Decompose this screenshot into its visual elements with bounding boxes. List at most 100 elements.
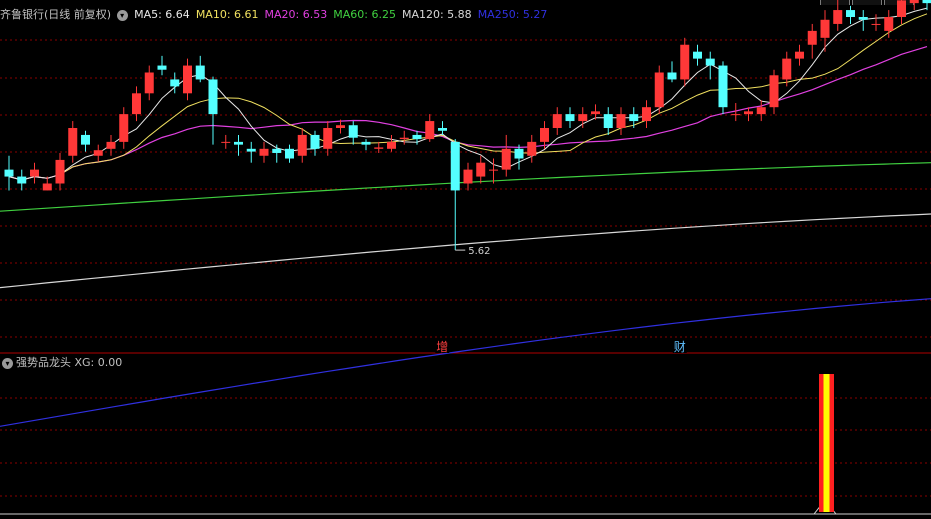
candle-body	[565, 114, 575, 122]
candle-body	[412, 134, 422, 140]
ma-indicator-label: MA120: 5.88	[401, 8, 472, 21]
candle-body	[705, 58, 715, 66]
candle-body	[374, 147, 384, 149]
candle-body	[820, 19, 830, 38]
indicator-list: MA5: 6.64 MA10: 6.61 MA20: 6.53 MA60: 6.25 M…	[134, 8, 553, 21]
ma250-line	[0, 298, 931, 427]
chevron-down-icon[interactable]: ▾	[2, 357, 13, 369]
candle-body	[17, 176, 27, 184]
period-label: (日线 前复权)	[44, 8, 112, 21]
sub-panel	[0, 374, 931, 515]
candle-body	[718, 65, 728, 108]
candle-body	[578, 114, 588, 122]
candle-body	[450, 141, 460, 191]
chevron-down-icon[interactable]: ▾	[116, 9, 128, 21]
candle-body	[361, 141, 371, 145]
candle-body	[336, 125, 345, 128]
ma120-line	[0, 213, 931, 289]
candle-body	[348, 125, 358, 138]
candle-body	[221, 141, 231, 143]
candle-body	[527, 141, 537, 156]
candle-body	[693, 51, 702, 59]
candle-body	[234, 141, 243, 145]
candle-body	[144, 72, 154, 94]
main-panel-title: 齐鲁银行(日线 前复权) ▾ MA5: 6.64 MA10: 6.61 MA20: …	[0, 7, 553, 23]
xg-line	[0, 503, 931, 515]
candle-body	[795, 51, 804, 59]
ma5-line	[8, 7, 928, 181]
ma-indicator-label: MA250: 5.27	[477, 8, 548, 21]
ma-indicator-label: MA5: 6.64	[134, 8, 190, 21]
candle-body	[591, 111, 600, 115]
candle-body	[922, 0, 931, 4]
ma-indicator-label: MA60: 6.25	[333, 8, 396, 21]
candle-body	[259, 148, 269, 156]
candle-body	[731, 114, 741, 116]
candle-body	[387, 141, 396, 149]
candle-body	[285, 148, 294, 159]
candle-body	[119, 114, 129, 142]
candle-body	[769, 75, 779, 108]
candle-body	[476, 162, 486, 177]
candle-body	[246, 148, 256, 152]
candle-body	[55, 159, 65, 184]
candle-body	[4, 169, 14, 177]
candle-body	[42, 183, 52, 191]
candle-body	[909, 0, 919, 4]
candle-body	[680, 44, 690, 80]
candle-body	[399, 137, 409, 140]
candle-body	[157, 65, 167, 70]
candle-body	[884, 17, 894, 31]
event-badge: 财	[674, 340, 686, 354]
candle-body	[183, 65, 192, 94]
candle-body	[30, 169, 39, 177]
candle-body	[616, 114, 626, 128]
candle-body	[897, 0, 906, 17]
event-badge: 增	[436, 340, 448, 354]
candle-body	[807, 30, 817, 45]
candle-body	[552, 114, 562, 128]
candle-body	[323, 128, 333, 149]
candle-body	[463, 169, 473, 184]
candle-body	[501, 148, 511, 170]
candle-body	[195, 65, 205, 80]
candle-body	[654, 72, 664, 108]
candle-body	[81, 134, 90, 145]
candle-body	[871, 23, 881, 25]
candle-body	[132, 93, 141, 115]
low-marker-label: 5.62	[468, 246, 490, 257]
ma-indicator-label: MA20: 6.53	[264, 8, 328, 21]
candle-body	[93, 150, 103, 156]
candle-body	[310, 134, 320, 149]
candle-body	[68, 128, 78, 156]
sub-indicator-value: XG: 0.00	[74, 356, 123, 369]
candle-body	[170, 79, 180, 87]
candle-body	[603, 114, 613, 128]
candle-body	[106, 141, 116, 149]
candle-body	[756, 107, 766, 115]
candle-body	[438, 128, 447, 131]
ma-indicator-label: MA10: 6.61	[195, 8, 259, 21]
candles	[4, 0, 931, 251]
candle-body	[272, 148, 282, 153]
candle-body	[667, 72, 677, 80]
sub-panel-title: ▾ 强势品龙头 XG: 0.00	[0, 355, 122, 371]
candle-body	[297, 134, 307, 156]
candle-body	[858, 17, 868, 20]
candle-body	[425, 121, 435, 140]
candle-body	[629, 114, 639, 122]
candle-body	[540, 128, 549, 142]
candle-body	[833, 10, 843, 24]
stock-name: 齐鲁银行	[0, 8, 44, 21]
candle-body	[782, 58, 792, 80]
sub-indicator-name: 强势品龙头	[16, 356, 71, 369]
candle-body	[642, 107, 651, 122]
ma-lines	[0, 7, 931, 427]
signal-bar-inner	[823, 374, 830, 512]
kline-chart[interactable]: 5.62 增 财	[0, 0, 931, 519]
candle-body	[514, 148, 524, 159]
candle-body	[744, 111, 753, 115]
candle-body	[489, 169, 498, 171]
candle-body	[846, 10, 855, 17]
candle-body	[208, 79, 218, 115]
